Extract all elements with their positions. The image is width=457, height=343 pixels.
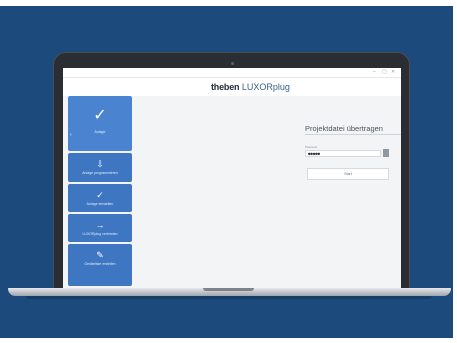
check-icon: ✓ [93,107,107,124]
close-icon[interactable]: ✕ [391,69,395,76]
step-anlage-einstellen[interactable]: ✓ Anlage einstellen [68,184,132,212]
app-logo: theben LUXORplug [211,82,290,92]
download-icon: ⇩ [96,159,104,169]
image-frame-right [453,0,457,343]
check-icon: ✓ [96,190,104,200]
step-luxorplug-verbinden[interactable]: → LUXORplug verbinden [68,214,132,242]
brand-name: theben [211,82,240,92]
start-button[interactable]: Start [307,168,389,180]
step-label: Geräteliste erstellen [84,262,116,266]
title-divider [305,134,401,135]
show-password-toggle[interactable] [383,149,389,157]
password-label: Passwort [305,145,318,149]
step-label: Anlage einstellen [86,202,114,206]
wizard-sidebar: ‹ ✓ Anlage ⇩ Anlage programmieren ✓ Anla… [63,96,137,288]
minimize-icon[interactable]: – [373,69,376,76]
step-anlage[interactable]: ‹ ✓ Anlage [68,96,132,151]
image-frame-top [0,0,457,6]
arrow-right-icon: → [95,220,105,230]
pencil-icon: ✎ [96,250,104,260]
app-header: theben LUXORplug [63,78,401,97]
main-content: Projektdatei übertragen Passwort ●●●●● S… [137,96,401,288]
maximize-icon[interactable]: ▢ [382,69,387,76]
image-frame-bottom [0,338,457,343]
window-titlebar: – ▢ ✕ [63,68,401,78]
step-geraeteliste-erstellen[interactable]: ✎ Geräteliste erstellen [68,244,132,286]
laptop-shadow [26,296,432,299]
product-name: LUXORplug [241,82,290,92]
step-label: Anlage programmieren [82,171,118,175]
laptop-notch [203,288,254,291]
panel-title: Projektdatei übertragen [305,124,383,133]
password-input[interactable]: ●●●●● [305,150,381,157]
back-arrow-icon[interactable]: ‹ [70,132,72,138]
step-label: LUXORplug verbinden [82,232,118,236]
step-anlage-programmieren[interactable]: ⇩ Anlage programmieren [68,153,132,182]
laptop-camera [231,62,234,65]
step-label: Anlage [94,130,106,134]
app-window: – ▢ ✕ theben LUXORplug ‹ ✓ Anlage ⇩ Anla… [63,68,401,288]
